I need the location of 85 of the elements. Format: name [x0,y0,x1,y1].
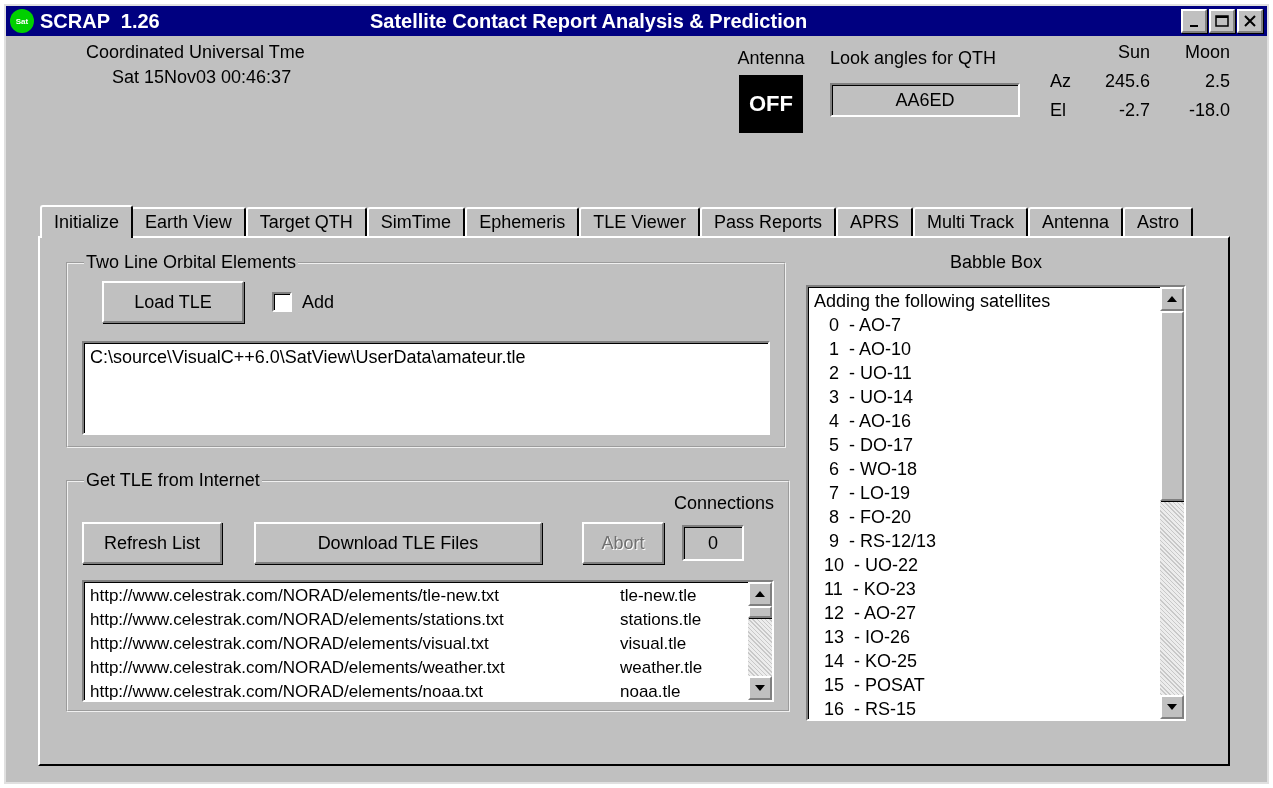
close-icon [1244,15,1256,27]
down-arrow-icon [755,685,765,691]
file-cell[interactable]: visual.tle [620,632,740,656]
look-angles-label: Look angles for QTH [830,48,998,69]
row-label: Az [1050,71,1072,92]
babble-line: 0 - AO-7 [828,314,903,337]
tab[interactable]: Target QTH [245,207,367,236]
url-cell[interactable]: http://www.celestrak.com/NORAD/elements/weather.txt [90,656,620,680]
maximize-button[interactable] [1209,9,1235,33]
scroll-up-button[interactable] [748,582,772,606]
tab[interactable]: Antenna [1028,207,1124,236]
column-header: Moon [1183,42,1230,63]
window-title: SCRAP 1.26 [40,9,161,33]
qth-field: AA6ED [830,83,1020,117]
maximize-icon [1215,15,1229,27]
antenna-status: OFF [739,75,803,133]
scrollbar[interactable] [748,582,772,700]
babble-line: 11 - KO-23 [823,578,917,601]
connections-label: Connections [673,493,774,514]
tab[interactable]: Earth View [131,207,246,236]
up-arrow-icon [755,591,765,597]
load-tle-button[interactable]: Load TLE [102,281,244,323]
scroll-thumb[interactable] [748,606,772,618]
window-subtitle: Satellite Contact Report Analysis & Prediction [370,9,809,33]
babble-box-title: Babble Box [949,252,1043,273]
connections-field: 0 [682,525,744,561]
button[interactable]: Download TLE Files [254,522,542,564]
url-cell[interactable]: http://www.celestrak.com/NORAD/elements/stations.txt [90,608,620,632]
file-path-field[interactable]: C:\source\VisualC++6.0\SatView\UserData\amateur.tle [82,341,770,435]
babble-line: 9 - RS-12/13 [828,530,938,553]
babble-line: 1 - AO-10 [828,338,913,361]
babble-line: 13 - IO-26 [823,626,912,649]
url-cell[interactable]: http://www.celestrak.com/NORAD/elements/noaa.txt [90,680,620,700]
checkbox-label: Add [302,291,335,313]
antenna-label: Antenna [737,48,805,69]
babble-line: 16 - RS-15 [823,698,918,719]
babble-line: 7 - LO-19 [828,482,912,505]
tab[interactable]: APRS [835,207,913,236]
scroll-down-button[interactable] [748,676,772,700]
babble-line: 4 - AO-16 [828,410,913,433]
tab[interactable]: TLE Viewer [579,207,700,236]
babble-line: 2 - UO-11 [828,362,913,385]
babble-line: 15 - POSAT [823,674,926,697]
tab[interactable]: Astro [1123,207,1194,236]
minimize-icon [1190,25,1198,27]
app-logo: Sat [10,9,34,33]
button[interactable]: Refresh List [82,522,222,564]
scroll-up-button[interactable] [1160,287,1184,311]
babble-line: 3 - UO-14 [828,386,915,409]
scroll-thumb[interactable] [1160,311,1184,501]
sun-value: 245.6 [1103,71,1150,92]
tab[interactable]: Ephemeris [465,207,580,236]
close-button[interactable] [1237,9,1263,33]
sun-value: -2.7 [1117,100,1150,121]
moon-value: -18.0 [1187,100,1230,121]
tab[interactable]: Multi Track [912,207,1028,236]
clock-label: Coordinated Universal Tme [86,42,306,63]
file-cell[interactable]: stations.tle [620,608,740,632]
group-title: Get TLE from Internet [85,470,261,491]
scrollbar[interactable] [1160,287,1184,719]
group-title: Two Line Orbital Elements [85,252,298,273]
scroll-down-button[interactable] [1160,695,1184,719]
tab[interactable]: SimTime [366,207,466,236]
add-checkbox[interactable] [272,292,292,312]
tab[interactable]: Initialize [40,205,134,238]
tab[interactable]: Pass Reports [699,207,836,236]
file-cell[interactable]: tle-new.tle [620,584,740,608]
babble-line: 14 - KO-25 [823,650,919,673]
row-label: El [1050,100,1067,121]
babble-line: 8 - FO-20 [828,506,913,529]
up-arrow-icon [1167,296,1177,302]
url-cell[interactable]: http://www.celestrak.com/NORAD/elements/tle-new.txt [90,584,620,608]
file-cell[interactable]: weather.tle [620,656,740,680]
minimize-button[interactable] [1181,9,1207,33]
babble-line: 12 - AO-27 [823,602,918,625]
url-cell[interactable]: http://www.celestrak.com/NORAD/elements/visual.txt [90,632,620,656]
babble-line: 10 - UO-22 [823,554,920,577]
babble-line: 5 - DO-17 [828,434,915,457]
moon-value: 2.5 [1203,71,1230,92]
babble-line: 6 - WO-18 [828,458,919,481]
clock-value: Sat 15Nov03 00:46:37 [112,67,293,88]
file-cell[interactable]: noaa.tle [620,680,740,700]
column-header: Sun [1116,42,1150,63]
babble-line: Adding the following satellites [814,290,1052,313]
down-arrow-icon [1167,704,1177,710]
